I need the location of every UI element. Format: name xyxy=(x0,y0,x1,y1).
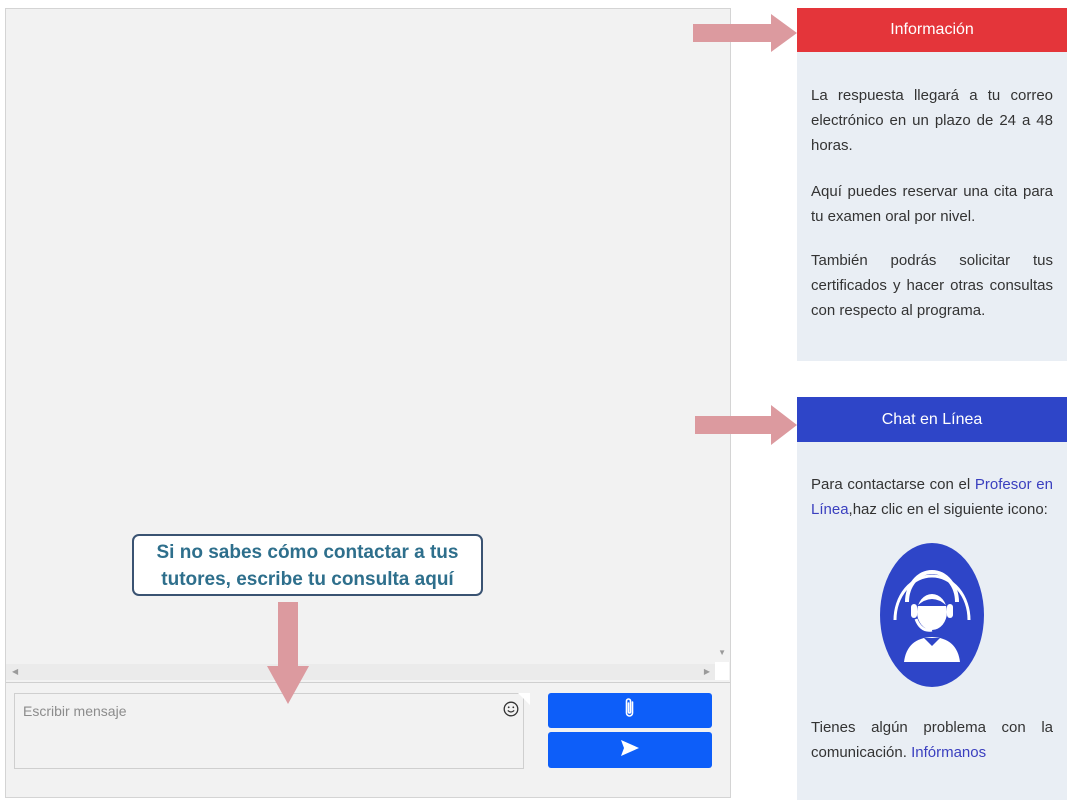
smiley-icon[interactable] xyxy=(503,701,519,717)
composer-divider xyxy=(6,682,730,683)
send-icon xyxy=(620,739,640,762)
paperclip-icon xyxy=(623,696,637,725)
chat-header: Chat en Línea xyxy=(797,397,1067,442)
info-paragraph-appointment: Aquí puedes reservar una cita para tu ex… xyxy=(811,183,1053,225)
callout-line-2: tutores, escribe tu consulta aquí xyxy=(161,569,454,590)
arrow-down-annotation xyxy=(267,602,309,704)
info-paragraph-certificates: También podrás solicitar tus certificado… xyxy=(811,252,1053,319)
scroll-left-arrow-icon[interactable]: ◀ xyxy=(12,667,18,677)
arrow-right-annotation-chat xyxy=(695,405,797,445)
chat-panel: ▼ ◀ ▶ xyxy=(5,8,731,798)
informanos-link[interactable]: Infórmanos xyxy=(911,744,986,761)
attach-button[interactable] xyxy=(548,693,712,728)
chat-paragraph-contact: Para contactarse con el Profesor en Líne… xyxy=(811,472,1053,522)
input-corner-fold xyxy=(518,693,530,705)
arrow-right-annotation-info xyxy=(693,14,797,52)
horizontal-scrollbar[interactable]: ◀ ▶ xyxy=(6,664,716,680)
headset-support-icon[interactable] xyxy=(879,542,985,688)
online-chat-panel: Chat en Línea Para contactarse con el Pr… xyxy=(797,397,1067,800)
send-button[interactable] xyxy=(548,732,712,768)
scroll-corner xyxy=(715,662,729,680)
scroll-right-arrow-icon[interactable]: ▶ xyxy=(704,667,710,677)
scroll-down-arrow-icon[interactable]: ▼ xyxy=(718,649,726,657)
info-header: Información xyxy=(797,8,1067,52)
info-paragraph-response: La respuesta llegará a tu correo electró… xyxy=(811,87,1053,154)
help-callout: Si no sabes cómo contactar a tus tutores… xyxy=(132,534,483,596)
chat-text-after: ,haz clic en el siguiente icono: xyxy=(848,501,1048,518)
chat-paragraph-problem: Tienes algún problema con la comunicació… xyxy=(811,715,1053,765)
info-panel: Información La respuesta llegará a tu co… xyxy=(797,8,1067,361)
callout-line-1: Si no sabes cómo contactar a tus xyxy=(156,542,459,563)
chat-text-before: Para contactarse con el xyxy=(811,476,975,493)
message-input[interactable] xyxy=(14,693,524,769)
